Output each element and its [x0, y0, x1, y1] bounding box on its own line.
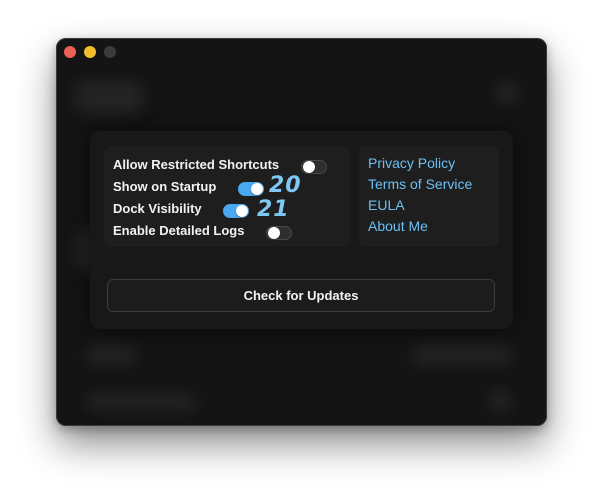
setting-label-show-on-startup: Show on Startup [113, 179, 217, 194]
close-window-button[interactable] [64, 46, 76, 58]
enable-detailed-logs-toggle[interactable] [266, 226, 292, 240]
blurred-background-shape [490, 390, 512, 412]
about-me-link[interactable]: About Me [368, 218, 428, 234]
terms-of-service-link[interactable]: Terms of Service [368, 176, 472, 192]
blurred-background-shape [496, 82, 518, 104]
blurred-background-shape [86, 346, 136, 364]
setting-label-enable-detailed-logs: Enable Detailed Logs [113, 223, 245, 238]
setting-label-allow-restricted-shortcuts: Allow Restricted Shortcuts [113, 157, 280, 172]
toggle-knob [268, 227, 280, 239]
blurred-background-shape [74, 80, 144, 114]
setting-label-dock-visibility: Dock Visibility [113, 201, 202, 216]
settings-panel: Allow Restricted Shortcuts Show on Start… [90, 131, 513, 329]
toggle-knob [303, 161, 315, 173]
settings-card: Allow Restricted Shortcuts Show on Start… [104, 146, 350, 247]
show-on-startup-toggle[interactable] [238, 182, 264, 196]
links-card: Privacy Policy Terms of Service EULA Abo… [358, 146, 499, 247]
toggle-knob [236, 205, 248, 217]
eula-link[interactable]: EULA [368, 197, 405, 213]
allow-restricted-shortcuts-toggle[interactable] [301, 160, 327, 174]
annotation-label: 20 [269, 173, 302, 198]
zoom-window-button[interactable] [104, 46, 116, 58]
annotation-label: 21 [257, 197, 290, 222]
privacy-policy-link[interactable]: Privacy Policy [368, 155, 455, 171]
minimize-window-button[interactable] [84, 46, 96, 58]
dock-visibility-toggle[interactable] [223, 204, 249, 218]
blurred-background-shape [412, 346, 512, 364]
blurred-background-shape [86, 394, 196, 410]
toggle-knob [251, 183, 263, 195]
window-controls [64, 46, 116, 58]
check-for-updates-button[interactable]: Check for Updates [107, 279, 495, 312]
app-window: Allow Restricted Shortcuts Show on Start… [56, 38, 547, 426]
